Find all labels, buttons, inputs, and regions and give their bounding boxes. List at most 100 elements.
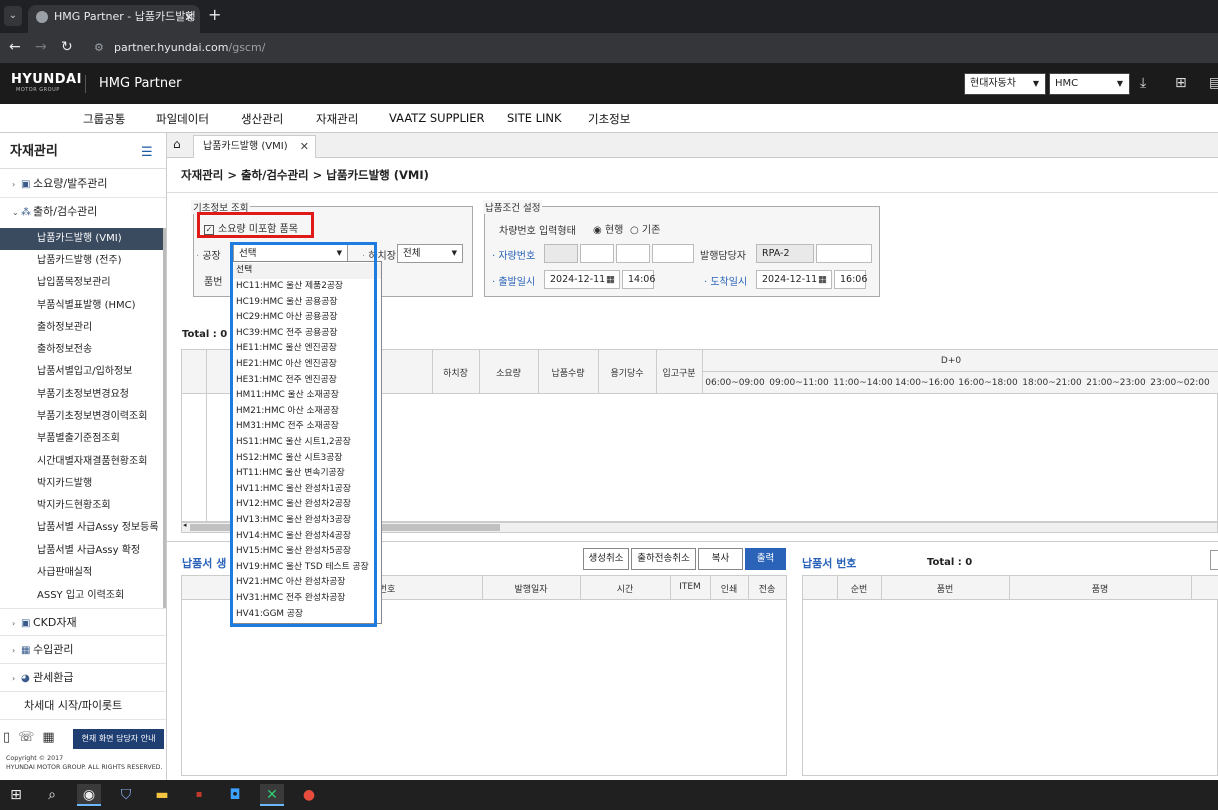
sitemap-icon[interactable]: ⊞: [1175, 75, 1187, 91]
home-icon[interactable]: ⌂: [173, 137, 181, 151]
sidebar-group-ckd[interactable]: › ▣ CKD자재: [0, 608, 166, 636]
issuer-field[interactable]: RPA-2: [756, 244, 814, 263]
time-slot: 09:00~11:00: [769, 378, 829, 388]
total-count: Total : 0: [182, 329, 228, 340]
sidebar-item[interactable]: 시간대별자재결품현황조회: [0, 451, 163, 473]
menu-vaatz-supplier[interactable]: VAATZ SUPPLIER: [389, 111, 485, 125]
app-icon[interactable]: ●: [297, 784, 321, 806]
delivery-note-title: 납품서 생: [182, 557, 227, 570]
menu-group-common[interactable]: 그룹공통: [83, 111, 125, 127]
section-button[interactable]: [1210, 550, 1218, 570]
chrome-icon[interactable]: ◉: [77, 784, 101, 806]
print-button[interactable]: 출력: [745, 548, 786, 570]
menu-file-data[interactable]: 파일데이터: [156, 111, 209, 127]
sidebar-item[interactable]: 박지카드발행: [0, 473, 163, 495]
search-icon[interactable]: ⌕: [40, 784, 64, 806]
tab-close-icon[interactable]: ✕: [184, 5, 194, 29]
tab-vmi-card[interactable]: 납품카드발행 (VMI) ✕: [193, 135, 316, 158]
plant-select[interactable]: HMC ▼: [1049, 73, 1130, 95]
sidebar-group-shipping[interactable]: ⌄ ⁂ 출하/검수관리: [0, 198, 166, 226]
cancel-create-button[interactable]: 생성취소: [583, 548, 629, 570]
radio-selected-icon[interactable]: ◉: [593, 225, 602, 236]
sidebar-item[interactable]: 납품서별입고/입하정보: [0, 361, 163, 383]
col-issue-date: 발행일자: [514, 585, 548, 595]
folder-icon[interactable]: ▬: [150, 784, 174, 806]
col-divider: [206, 350, 207, 394]
building-icon[interactable]: ▦: [42, 730, 62, 745]
scroll-left-icon[interactable]: ◂: [183, 521, 187, 529]
chevron-down-icon: ⌄: [12, 208, 19, 217]
sidebar-item[interactable]: 박지카드현황조회: [0, 495, 163, 517]
sidebar-item[interactable]: 출하정보전송: [0, 339, 163, 361]
radio-old[interactable]: ○ 기존: [630, 221, 660, 236]
reload-icon[interactable]: ↻: [61, 39, 73, 55]
sidebar-group-import[interactable]: › ▦ 수입관리: [0, 636, 166, 664]
menu-basic-info[interactable]: 기초정보: [588, 111, 630, 127]
sidebar-item[interactable]: 부품기초정보변경이력조회: [0, 406, 163, 428]
radio-current[interactable]: ◉ 현행: [593, 221, 623, 236]
windows-start-icon[interactable]: ⊞: [4, 784, 28, 806]
chevron-down-icon: ▼: [1032, 79, 1039, 88]
site-info-icon[interactable]: ⚙: [94, 37, 104, 59]
sidebar-item[interactable]: 납품카드발행 (전주): [0, 250, 163, 272]
radio-icon[interactable]: ○: [630, 225, 639, 236]
app-icon[interactable]: ▪: [187, 784, 211, 806]
sidebar-item[interactable]: 부품별출기준점조회: [0, 428, 163, 450]
dock-select[interactable]: 전체 ▼: [397, 244, 463, 263]
sidebar-group-label: 소요량/발주관리: [33, 177, 108, 190]
sidebar-group-requirement[interactable]: › ▣ 소요량/발주관리: [0, 170, 166, 198]
vehicle-no-field-1[interactable]: [544, 244, 578, 263]
menu-production[interactable]: 생산관리: [241, 111, 283, 127]
sidebar-item[interactable]: 출하정보관리: [0, 317, 163, 339]
forward-icon[interactable]: →: [35, 39, 47, 55]
logo-subtitle: MOTOR GROUP: [16, 87, 60, 93]
url-field[interactable]: ⚙ partner.hyundai.com/gscm/: [88, 37, 1218, 59]
print-icon[interactable]: ▤: [1209, 75, 1218, 91]
calendar-icon[interactable]: ▦: [818, 271, 827, 288]
sidebar-group-label: 관세환급: [33, 671, 74, 684]
sidebar-item[interactable]: 납입품목정보관리: [0, 272, 163, 294]
collapse-sidebar-icon[interactable]: ☰: [141, 145, 153, 160]
menu-materials[interactable]: 자재관리: [316, 111, 358, 127]
issuer-name-field[interactable]: [816, 244, 872, 263]
vehicle-no-field-2[interactable]: [580, 244, 614, 263]
depart-date-field[interactable]: 2024-12-11 ▦: [544, 270, 620, 289]
sidebar-item[interactable]: ASSY 입고 이력조회: [0, 585, 163, 607]
sidebar-item[interactable]: 부품기초정보변경요청: [0, 384, 163, 406]
tab-label: 납품카드발행 (VMI): [203, 141, 288, 152]
new-tab-button[interactable]: +: [208, 5, 221, 24]
tab-search-button[interactable]: ⌄: [4, 6, 22, 26]
browser-tab[interactable]: HMG Partner - 납품카드발행 ( ✕: [28, 5, 200, 33]
hyundai-logo[interactable]: HYUNDAI: [11, 72, 82, 87]
delivery-number-title: 납품서 번호: [802, 557, 857, 570]
cancel-ship-transfer-button[interactable]: 출하전송취소: [631, 548, 696, 570]
sidebar-group-refund[interactable]: › ◕ 관세환급: [0, 664, 166, 692]
sidebar-item[interactable]: 납품서별 사급Assy 정보등록: [0, 517, 163, 539]
depart-time-field[interactable]: 14:06: [622, 270, 655, 289]
copy-button[interactable]: 복사: [698, 548, 743, 570]
shield-icon[interactable]: ⛉: [114, 784, 138, 806]
app-header: HYUNDAI MOTOR GROUP HMG Partner 현대자동차 ▼ H…: [0, 63, 1218, 104]
vehicle-no-field-3[interactable]: [616, 244, 650, 263]
back-icon[interactable]: ←: [9, 39, 21, 55]
calendar-icon[interactable]: ▦: [606, 271, 615, 288]
arrive-date-field[interactable]: 2024-12-11 ▦: [756, 270, 832, 289]
close-icon[interactable]: ✕: [300, 136, 309, 157]
sidebar-item[interactable]: 사급판매실적: [0, 562, 163, 584]
book-icon[interactable]: ▯: [3, 730, 18, 745]
menu-site-link[interactable]: SITE LINK: [507, 111, 562, 125]
excel-icon[interactable]: ✕: [260, 784, 284, 806]
phone-icon[interactable]: ☏: [18, 730, 42, 745]
contact-guide-button[interactable]: 현재 화면 담당자 안내: [73, 729, 164, 749]
sidebar-scrollbar[interactable]: [163, 228, 166, 608]
download-icon[interactable]: ⤓: [1140, 75, 1146, 91]
company-select[interactable]: 현대자동차 ▼: [964, 73, 1046, 95]
sidebar-item[interactable]: 부품식별표발행 (HMC): [0, 295, 163, 317]
sidebar-item-next-gen[interactable]: 차세대 시작/파이롯트: [0, 692, 166, 720]
sidebar-item[interactable]: 납품서별 사급Assy 확정: [0, 540, 163, 562]
app-icon[interactable]: ◘: [223, 784, 247, 806]
vehicle-no-field-4[interactable]: [652, 244, 694, 263]
time-slot: 23:00~02:00: [1150, 378, 1210, 388]
sidebar-item-vmi-card[interactable]: 납품카드발행 (VMI): [0, 228, 163, 250]
arrive-time-field[interactable]: 16:06: [834, 270, 867, 289]
